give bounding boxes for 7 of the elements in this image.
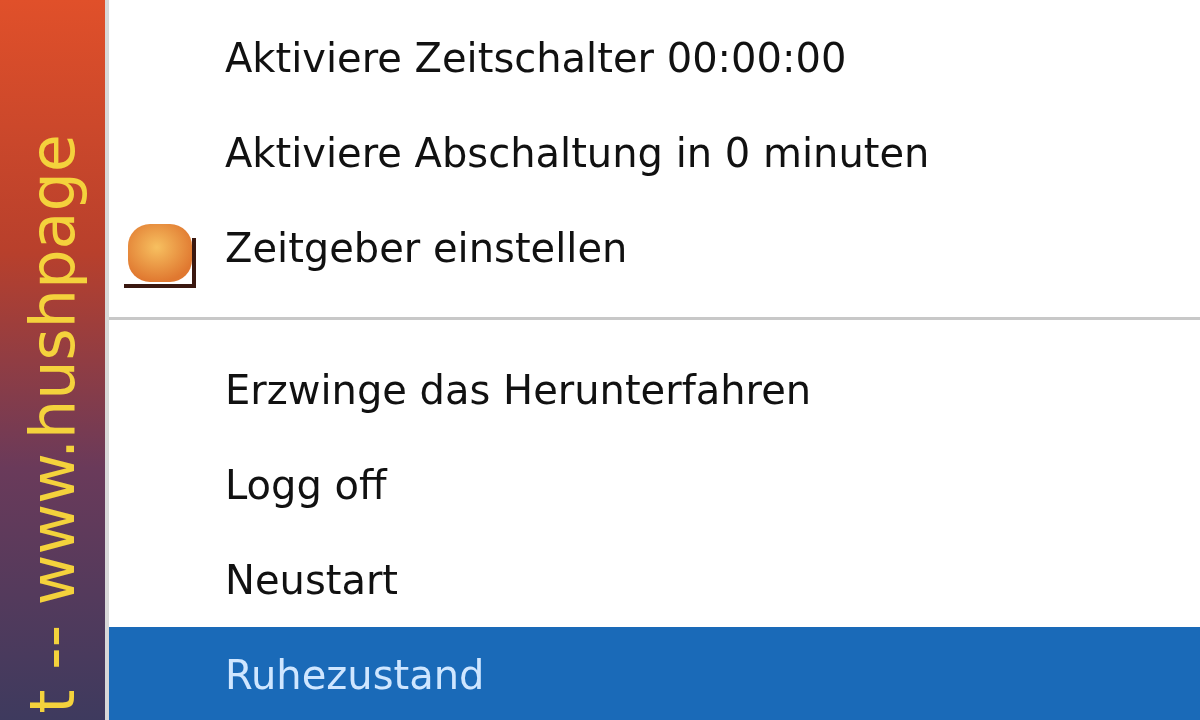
menu-item[interactable]: Erzwinge das Herunterfahren — [109, 342, 1200, 437]
menu-item[interactable]: Logg off — [109, 437, 1200, 532]
menu-item[interactable]: Aktiviere Abschaltung in 0 minuten — [109, 105, 1200, 200]
menu-item[interactable]: Zeitgeber einstellen — [109, 200, 1200, 295]
menu-item[interactable]: Aktiviere Zeitschalter 00:00:00 — [109, 10, 1200, 105]
menu-item[interactable]: Neustart — [109, 532, 1200, 627]
menu-item[interactable]: Ruhezustand — [109, 627, 1200, 720]
